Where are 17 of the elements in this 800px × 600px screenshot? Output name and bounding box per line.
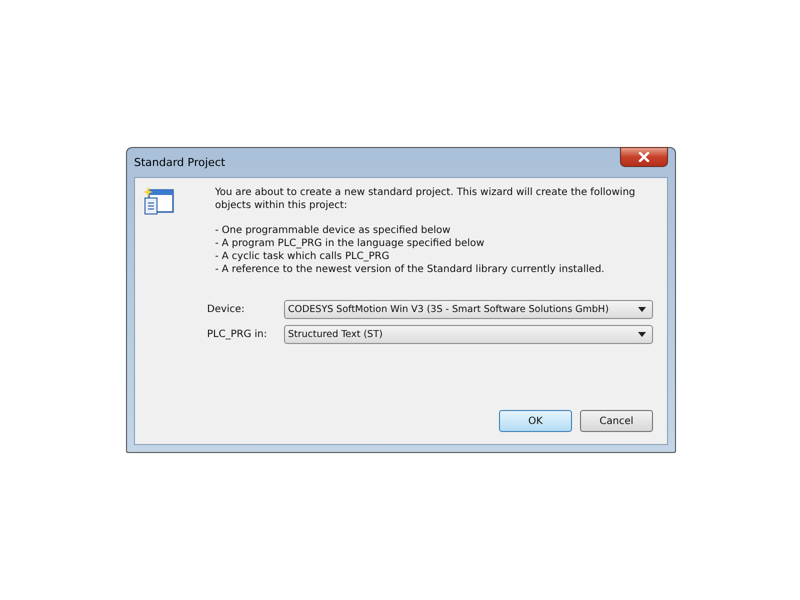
dialog-button[interactable]: OK	[499, 410, 572, 432]
window-title: Standard Project	[134, 156, 226, 169]
field-label: PLC_PRG in:	[207, 329, 268, 340]
field-label: Device:	[207, 304, 246, 315]
dropdown[interactable]: CODESYS SoftMotion Win V3 (3S - Smart Software Solutions GmbH)	[284, 300, 653, 319]
dialog-button[interactable]: Cancel	[580, 410, 653, 432]
object-list-item: - A program PLC_PRG in the language specified below	[215, 237, 486, 250]
dropdown[interactable]: Structured Text (ST)	[284, 325, 653, 344]
object-list-item: - One programmable device as specified below	[215, 224, 452, 237]
close-icon	[638, 152, 650, 162]
close-button[interactable]	[620, 147, 668, 167]
caret-icon	[638, 307, 646, 312]
wizard-icon	[143, 186, 175, 216]
caret-icon	[638, 332, 646, 337]
object-list-item: - A cyclic task which calls PLC_PRG	[215, 250, 390, 263]
object-list-item: - A reference to the newest version of the Standard library currently installed.	[215, 263, 606, 276]
intro-text: You are about to create a new standard project. This wizard will create the following objects within this project:	[215, 186, 636, 212]
